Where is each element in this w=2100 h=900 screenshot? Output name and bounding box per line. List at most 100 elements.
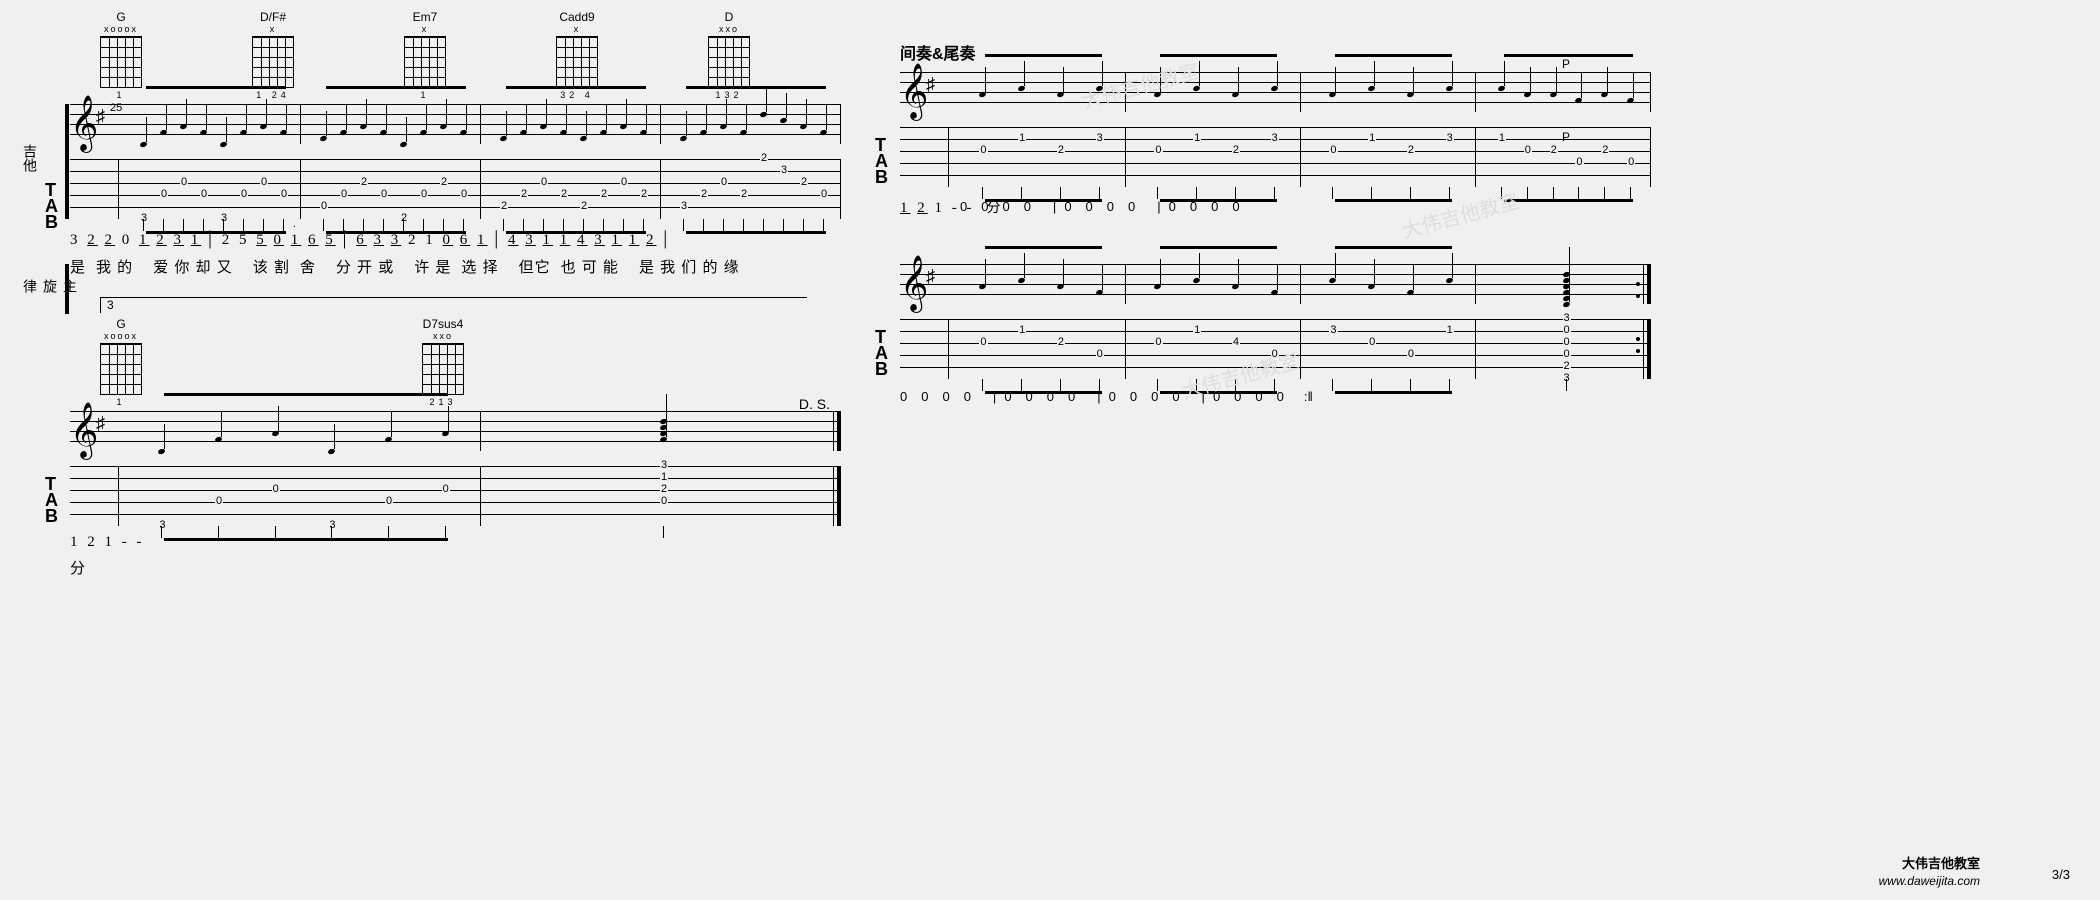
- tab-staff: 012001403001300023: [900, 319, 1650, 379]
- note-head: [579, 135, 587, 142]
- tab-fret: 0: [1575, 157, 1583, 168]
- footer-page: 3/3: [2052, 867, 2070, 882]
- tab-fret: 3: [220, 213, 228, 224]
- tab-fret: 0: [160, 189, 168, 200]
- tab-fret: 1: [1446, 325, 1454, 336]
- tab-fret: 2: [520, 189, 528, 200]
- chord-name: Em7: [413, 10, 438, 24]
- tab-fret: 1: [1498, 133, 1506, 144]
- note-head: [158, 448, 166, 455]
- note-head: [1601, 91, 1609, 98]
- tab-fret: 2: [360, 177, 368, 188]
- tab-fret: 0: [1524, 145, 1532, 156]
- note-head: [1056, 91, 1064, 98]
- chord-open-strings: x: [574, 24, 581, 34]
- note-head: [619, 123, 627, 130]
- tab-fret: 0: [215, 496, 223, 507]
- note-head: [739, 129, 747, 136]
- system-4: TAB 𝄞 ♯ 012001403001300023 0000|0000|000…: [870, 264, 1650, 404]
- tab-fret: 0: [820, 189, 828, 200]
- note-head: [1017, 277, 1025, 284]
- tab-fret: 2: [1232, 145, 1240, 156]
- chord-fingering: 1: [116, 90, 125, 100]
- chord-name: G: [116, 317, 125, 331]
- tab-staff: 3003003120: [70, 466, 840, 526]
- tab-fret: 0: [660, 496, 668, 507]
- footer-url: www.daweijita.com: [1879, 874, 1980, 888]
- system-3: P P TAB 𝄞 ♯ 012301230123102020 1 2 1 - -…: [870, 72, 1650, 214]
- note-head: [1497, 85, 1505, 92]
- tab-fret: 0: [1154, 145, 1162, 156]
- tab-fret: 2: [580, 201, 588, 212]
- right-column: 间奏&尾奏 P P TAB 𝄞 ♯ 012301230123102020 1 2…: [870, 40, 1650, 412]
- notation-staff: 𝄞 ♯: [900, 264, 1650, 304]
- tab-fret: 4: [1232, 337, 1240, 348]
- tab-fret: 2: [560, 189, 568, 200]
- tab-fret: 0: [1563, 325, 1571, 336]
- tab-fret: 0: [1563, 349, 1571, 360]
- chord-open-strings: xooox: [104, 331, 138, 341]
- note-head: [459, 129, 467, 136]
- tab-fret: 3: [1563, 313, 1571, 324]
- note-head: [1575, 97, 1583, 104]
- footer-brand: 大伟吉他教室: [1902, 853, 1980, 872]
- note-head: [519, 129, 527, 136]
- tab-fret: 2: [760, 153, 768, 164]
- guitar-part-label: 吉他: [20, 144, 40, 172]
- tab-fret: 2: [440, 177, 448, 188]
- tab-fret: 0: [1407, 349, 1415, 360]
- tab-fret: 3: [680, 201, 688, 212]
- chord-grid: [708, 36, 750, 88]
- note-head: [1406, 91, 1414, 98]
- note-head: [679, 135, 687, 142]
- pull-off-mark: P: [1562, 57, 1570, 71]
- note-head: [1329, 277, 1337, 284]
- tab-fret: 2: [660, 484, 668, 495]
- chord-open-strings: xxo: [433, 331, 453, 341]
- chord-open-strings: xxo: [719, 24, 739, 34]
- note-head: [328, 448, 336, 455]
- tab-fret: 2: [740, 189, 748, 200]
- note-head: [399, 141, 407, 148]
- tab-fret: 3: [660, 460, 668, 471]
- lyric-word: 我 的: [96, 256, 133, 277]
- note-head: [339, 129, 347, 136]
- tab-fret: 1: [1368, 133, 1376, 144]
- tab-fret: 0: [1627, 157, 1635, 168]
- note-head: [384, 436, 392, 443]
- key-signature: ♯: [926, 74, 935, 95]
- chord-open-strings: xooox: [104, 24, 138, 34]
- chord-diagram: G xooox 1: [100, 317, 142, 407]
- tab-fret: 3: [1446, 133, 1454, 144]
- note-head: [419, 129, 427, 136]
- note-head: [1549, 91, 1557, 98]
- lyric-word: 分 开 或: [336, 256, 394, 277]
- tab-fret: 0: [1563, 337, 1571, 348]
- tab-fret: 3: [158, 520, 166, 531]
- note-head: [759, 111, 767, 118]
- tab-fret: 0: [340, 189, 348, 200]
- note-head: [359, 123, 367, 130]
- chord-name: D7sus4: [423, 317, 464, 331]
- tab-fret: 0: [180, 177, 188, 188]
- tab-fret: 0: [240, 189, 248, 200]
- tab-fret: 0: [720, 177, 728, 188]
- note-head: [979, 91, 987, 98]
- tab-staff: 30003000002020202202220232022320: [70, 159, 840, 219]
- chord-name: G: [116, 10, 125, 24]
- tab-fret: 3: [1329, 325, 1337, 336]
- note-head: [139, 141, 147, 148]
- note-head: [599, 129, 607, 136]
- measure-number: 25: [110, 102, 122, 114]
- tab-fret: 0: [1368, 337, 1376, 348]
- note-head: [439, 123, 447, 130]
- lyric-word: 但它: [519, 256, 551, 277]
- chord-grid: [422, 343, 464, 395]
- note-head: [1192, 85, 1200, 92]
- tab-fret: 2: [800, 177, 808, 188]
- left-column: G xooox 1D/F# x 1 24Em7 x 1Cadd9 x 32 4D…: [40, 10, 840, 586]
- chord-name: D: [725, 10, 734, 24]
- treble-clef-icon: 𝄞: [70, 403, 98, 459]
- treble-clef-icon: 𝄞: [900, 64, 928, 120]
- note-head: [699, 129, 707, 136]
